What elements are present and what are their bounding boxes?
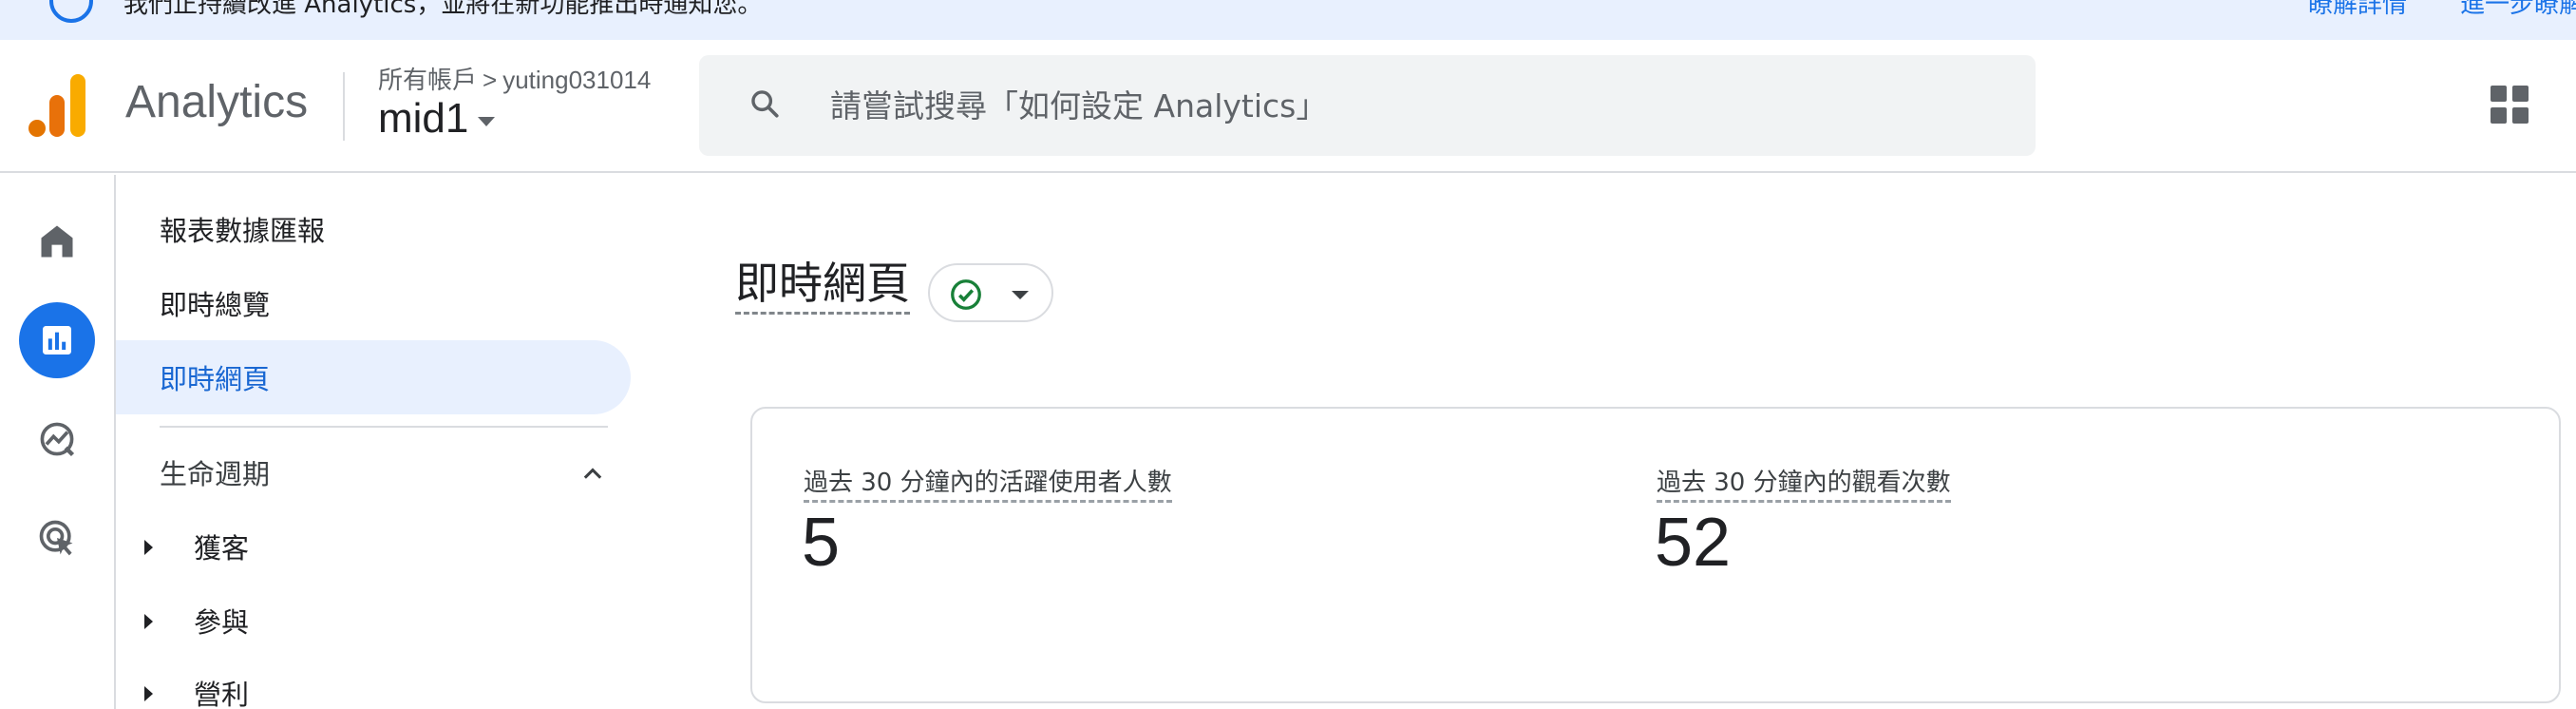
realtime-metrics-card: 過去 30 分鐘內的活躍使用者人數 5 過去 30 分鐘內的觀看次數 52 xyxy=(750,407,2561,703)
nav-lifecycle-section[interactable]: 生命週期 xyxy=(116,435,629,509)
lifecycle-label: 生命週期 xyxy=(160,458,271,490)
views-value: 52 xyxy=(1655,505,1732,581)
search-bar[interactable] xyxy=(699,55,2036,156)
left-rail xyxy=(0,175,116,709)
banner-text: 我們正持續改進 Analytics，並將在新功能推出時通知您。 xyxy=(123,0,763,19)
ads-click-icon xyxy=(39,520,73,556)
notice-banner: 我們正持續改進 Analytics，並將在新功能推出時通知您。 瞭解詳情 進一步… xyxy=(0,0,2576,40)
property-selector[interactable]: mid1 xyxy=(378,95,496,143)
nav-divider xyxy=(160,426,608,428)
breadcrumb-account[interactable]: yuting031014 xyxy=(502,66,651,94)
analytics-logo-icon[interactable] xyxy=(28,74,87,137)
property-name: mid1 xyxy=(378,95,469,142)
banner-link-learn-more[interactable]: 進一步瞭解 xyxy=(2460,0,2576,20)
rail-advertising-button[interactable] xyxy=(19,500,95,576)
expand-arrow-icon xyxy=(144,686,153,701)
top-header: Analytics 所有帳戶 > yuting031014 mid1 xyxy=(0,40,2576,173)
nav-acquisition-label: 獲客 xyxy=(194,532,250,565)
nav-realtime-overview[interactable]: 即時總覽 xyxy=(116,266,629,340)
header-divider xyxy=(343,72,345,141)
active-users-label[interactable]: 過去 30 分鐘內的活躍使用者人數 xyxy=(804,466,1172,503)
chevron-up-icon[interactable] xyxy=(579,460,606,487)
nav-engagement-label: 參與 xyxy=(194,606,250,639)
data-quality-status-button[interactable] xyxy=(928,263,1053,322)
bar-chart-icon xyxy=(43,326,71,354)
breadcrumb-all-accounts[interactable]: 所有帳戶 xyxy=(378,66,477,94)
chevron-down-icon xyxy=(1012,291,1029,299)
expand-arrow-icon xyxy=(144,540,153,555)
breadcrumb[interactable]: 所有帳戶 > yuting031014 xyxy=(378,61,651,96)
info-icon xyxy=(49,0,93,23)
nav-monetization-label: 營利 xyxy=(194,679,250,709)
nav-monetization[interactable]: 營利 xyxy=(116,656,629,709)
explore-trend-icon xyxy=(40,422,75,457)
nav-reports-snapshot[interactable]: 報表數據匯報 xyxy=(116,192,629,266)
expand-arrow-icon xyxy=(144,614,153,629)
nav-engagement[interactable]: 參與 xyxy=(116,584,629,658)
nav-realtime-pages[interactable]: 即時網頁 xyxy=(116,340,631,414)
banner-link-details[interactable]: 瞭解詳情 xyxy=(2308,0,2407,20)
check-circle-icon xyxy=(951,279,981,310)
home-icon xyxy=(41,225,73,258)
report-nav: 報表數據匯報 即時總覽 即時網頁 生命週期 獲客 參與 營利 xyxy=(116,175,631,709)
page-title: 即時網頁 xyxy=(735,255,910,315)
rail-reports-button[interactable] xyxy=(19,302,95,378)
rail-explore-button[interactable] xyxy=(19,401,95,477)
chevron-down-icon xyxy=(478,117,496,126)
views-label[interactable]: 過去 30 分鐘內的觀看次數 xyxy=(1657,466,1951,503)
active-users-value: 5 xyxy=(802,505,841,581)
search-input[interactable] xyxy=(830,55,1989,156)
app-name: Analytics xyxy=(125,77,309,127)
apps-grid-icon[interactable] xyxy=(2491,86,2529,124)
rail-home-button[interactable] xyxy=(19,203,95,279)
chevron-right-icon: > xyxy=(483,66,498,94)
nav-acquisition[interactable]: 獲客 xyxy=(116,509,629,584)
search-icon xyxy=(751,90,779,118)
